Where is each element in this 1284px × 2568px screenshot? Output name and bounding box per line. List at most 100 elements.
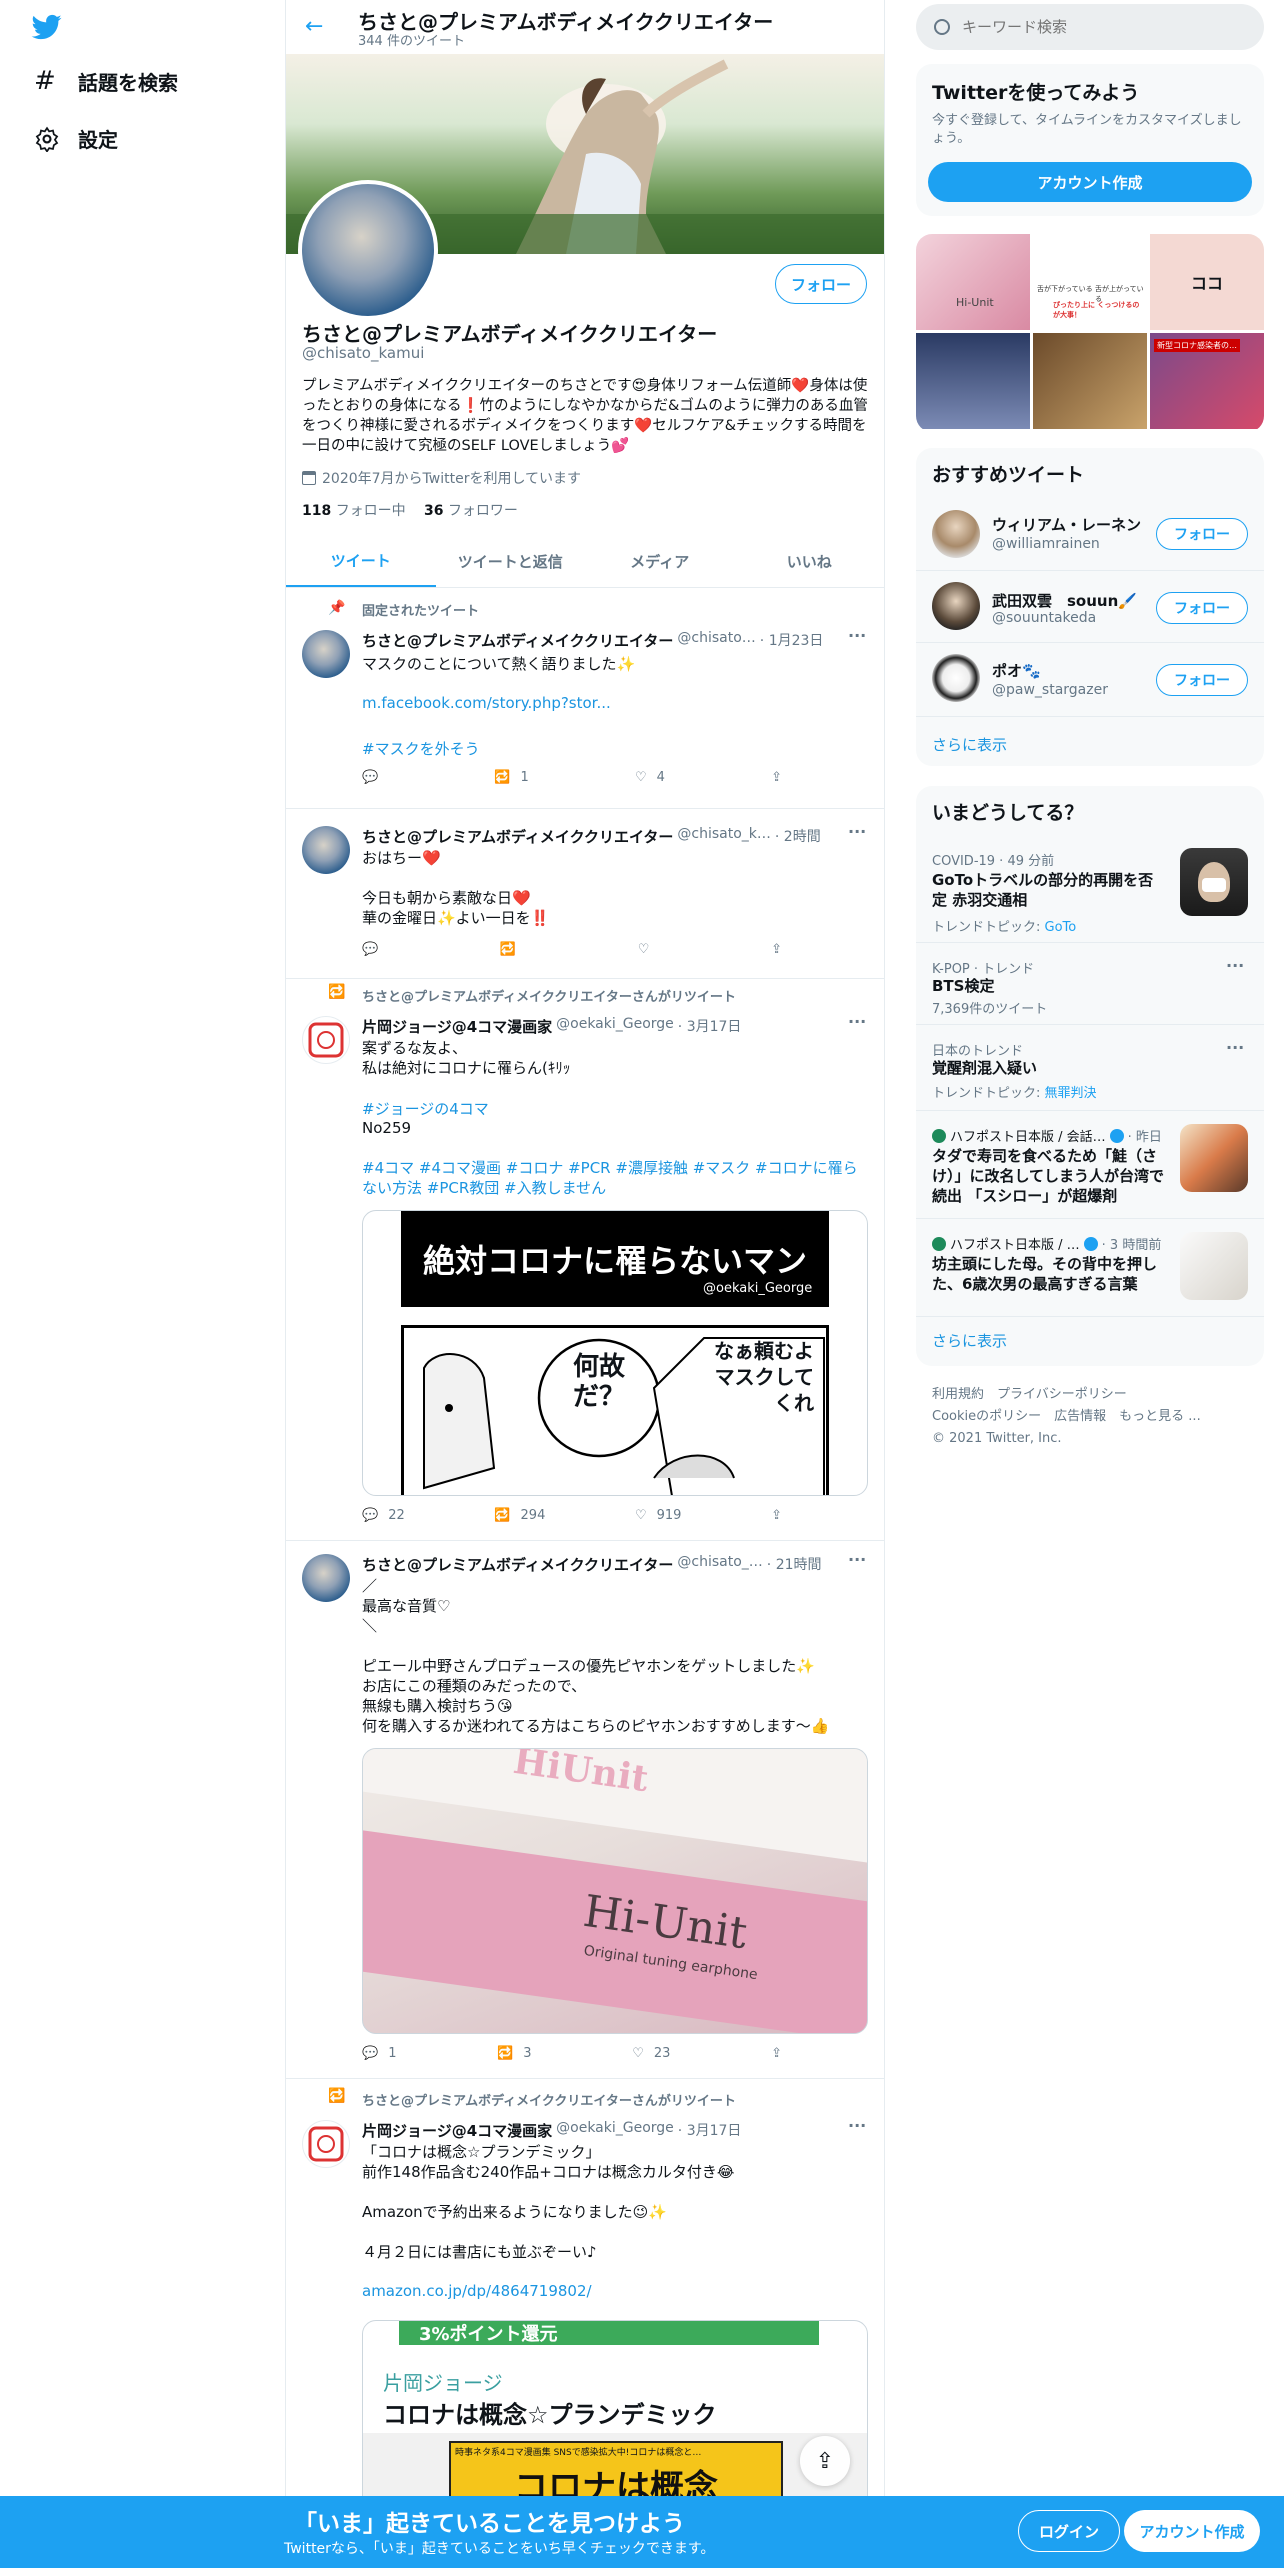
media-thumb[interactable] [1033,333,1147,429]
tweet-avatar[interactable] [302,2120,350,2168]
share-button[interactable]: ⇪ [771,2046,782,2061]
tweet-avatar[interactable] [302,630,350,678]
tab-likes[interactable]: いいね [735,536,885,587]
bottom-signup-button[interactable]: アカウント作成 [1124,2510,1260,2552]
tab-tweets[interactable]: ツイート [286,536,436,587]
footer-more[interactable]: もっと見る ... [1119,1409,1201,1424]
followers-link[interactable]: 36 フォロワー [424,500,518,520]
tweet-link-card[interactable]: 3%ポイント還元 片岡ジョージ コロナは概念☆プランデミック 時事ネタ系4コマ漫… [362,2320,868,2500]
trend-title[interactable]: 坊主頭にした母。その背中を押した、6歳次男の最高すぎる言葉 [932,1254,1168,1294]
like-button[interactable]: ♡ 4 [635,770,665,785]
share-button[interactable]: ⇪ [771,1508,782,1523]
tweet-avatar[interactable] [302,826,350,874]
user-name[interactable]: ポオ🐾 [992,660,1041,681]
trends-more[interactable]: さらに表示 [932,1330,1007,1351]
reply-icon: 💬 [362,770,379,785]
more-options-icon[interactable]: ··· [848,1550,866,1569]
search-input[interactable] [962,18,1222,36]
retweet-button[interactable]: 🔁 1 [494,770,528,785]
following-link[interactable]: 118 フォロー中 [302,500,406,520]
retweet-button[interactable]: 🔁 3 [497,2046,531,2061]
trend-title[interactable]: タダで寿司を食べるため「鮭（さけ）」に改名してしまう人が台湾で続出 「スシロー」… [932,1146,1168,1206]
share-floating-button[interactable]: ⇪ [800,2436,850,2486]
tweet-hashtag[interactable]: #マスクを外そう [362,738,480,759]
more-options-icon[interactable]: ··· [848,1012,866,1031]
login-button[interactable]: ログイン [1018,2510,1120,2552]
media-thumb[interactable]: Hi-Unit [916,234,1030,330]
tweet-time[interactable]: · 2時間 [775,826,821,847]
tweet-author-name[interactable]: ちさと@プレミアムボディメイククリエイター [362,630,673,651]
tweet-time[interactable]: · 3月17日 [678,2120,742,2141]
media-thumb[interactable] [916,333,1030,429]
tweet-media-photo[interactable]: HiUnit Hi-Unit Original tuning earphone [362,1748,868,2034]
like-button[interactable]: ♡ 919 [635,1508,681,1523]
media-thumb[interactable]: 舌が下がっている 舌が上がっている ぴったり上に くっつけるのが大事！ [1033,234,1147,330]
trend-title[interactable]: 覚醒剤混入疑い [932,1058,1037,1078]
search-box[interactable] [916,4,1264,50]
reply-button[interactable]: 💬 1 [362,2046,396,2061]
profile-tabs: ツイート ツイートと返信 メディア いいね [286,536,884,588]
footer-terms[interactable]: 利用規約 [932,1387,984,1402]
user-avatar[interactable] [932,582,980,630]
follow-button[interactable]: フォロー [1156,664,1248,696]
footer-ads[interactable]: 広告情報 [1054,1409,1106,1424]
profile-avatar[interactable] [298,180,438,320]
tweet-link[interactable]: m.facebook.com/story.php?stor... [362,694,611,712]
nav-settings[interactable]: 設定 [34,124,118,153]
share-button[interactable]: ⇪ [771,942,782,957]
more-options-icon[interactable]: ··· [848,822,866,841]
trend-topic: トレンドトピック: GoTo [932,916,1076,935]
tab-media[interactable]: メディア [585,536,735,587]
nav-explore[interactable]: # 話題を検索 [34,66,178,96]
trend-title[interactable]: BTS検定 [932,976,994,996]
tweet-link[interactable]: amazon.co.jp/dp/4864719802/ [362,2282,592,2300]
hashtag-icon: # [34,66,56,96]
follow-button[interactable]: フォロー [1156,518,1248,550]
reply-button[interactable]: 💬 [362,942,388,957]
user-name[interactable]: ウィリアム・レーネン [992,514,1141,535]
share-button[interactable]: ⇪ [771,770,782,785]
who-to-follow-more[interactable]: さらに表示 [932,734,1007,755]
footer-cookie[interactable]: Cookieのポリシー [932,1409,1041,1424]
tweet-media-comic[interactable]: 絶対コロナに罹らないマン @oekaki_George 何故だ？ なぁ頼むよマス… [362,1210,868,1496]
trend-thumbnail[interactable] [1180,848,1248,916]
tweet-time[interactable]: · 21時間 [767,1554,822,1575]
trend-topic-link[interactable]: 無罪判決 [1045,1086,1097,1101]
tweet-author-name[interactable]: ちさと@プレミアムボディメイククリエイター [362,826,673,847]
reply-button[interactable]: 💬 22 [362,1508,405,1523]
twitter-logo-icon[interactable] [30,12,64,42]
tweet-time[interactable]: · 3月17日 [678,1016,742,1037]
follow-button[interactable]: フォロー [1156,592,1248,624]
footer-privacy[interactable]: プライバシーポリシー [997,1387,1127,1402]
more-options-icon[interactable]: ··· [848,2116,866,2135]
user-avatar[interactable] [932,510,980,558]
reply-button[interactable]: 💬 [362,770,388,785]
tweet-author-name[interactable]: 片岡ジョージ@4コマ漫画家 [362,2120,552,2141]
back-arrow-icon[interactable]: ← [305,14,323,39]
trend-title[interactable]: GoToトラベルの部分的再開を否定 赤羽交通相 [932,870,1168,910]
tweet-author-name[interactable]: 片岡ジョージ@4コマ漫画家 [362,1016,552,1037]
trend-topic-link[interactable]: GoTo [1045,920,1077,935]
like-button[interactable]: ♡ [638,942,660,957]
tab-tweets-replies[interactable]: ツイートと返信 [436,536,586,587]
more-options-icon[interactable]: ··· [848,626,866,645]
tweet-avatar[interactable] [302,1554,350,1602]
profile-follow-button[interactable]: フォロー [775,264,867,304]
trend-thumbnail[interactable] [1180,1124,1248,1192]
retweet-button[interactable]: 🔁 [500,942,526,957]
media-thumb[interactable]: 新型コロナ感染者の… [1150,333,1264,429]
tweet-avatar[interactable] [302,1016,350,1064]
user-name[interactable]: 武田双雲 souun🖌️ [992,590,1137,611]
tweet-time[interactable]: · 1月23日 [760,630,824,651]
like-button[interactable]: ♡ 23 [632,2046,670,2061]
more-options-icon[interactable]: ··· [1226,956,1244,975]
tweet-hashtags[interactable]: #4コマ #4コマ漫画 #コロナ #PCR #濃厚接触 #マスク #コロナに罹ら… [362,1158,862,1198]
signup-button[interactable]: アカウント作成 [928,162,1252,202]
trend-thumbnail[interactable] [1180,1232,1248,1300]
tweet-hashtag[interactable]: #ジョージの4コマ [362,1098,489,1119]
retweet-button[interactable]: 🔁 294 [494,1508,545,1523]
more-options-icon[interactable]: ··· [1226,1038,1244,1057]
media-thumb[interactable]: ココ [1150,234,1264,330]
user-avatar[interactable] [932,654,980,702]
tweet-author-name[interactable]: ちさと@プレミアムボディメイククリエイター [362,1554,673,1575]
